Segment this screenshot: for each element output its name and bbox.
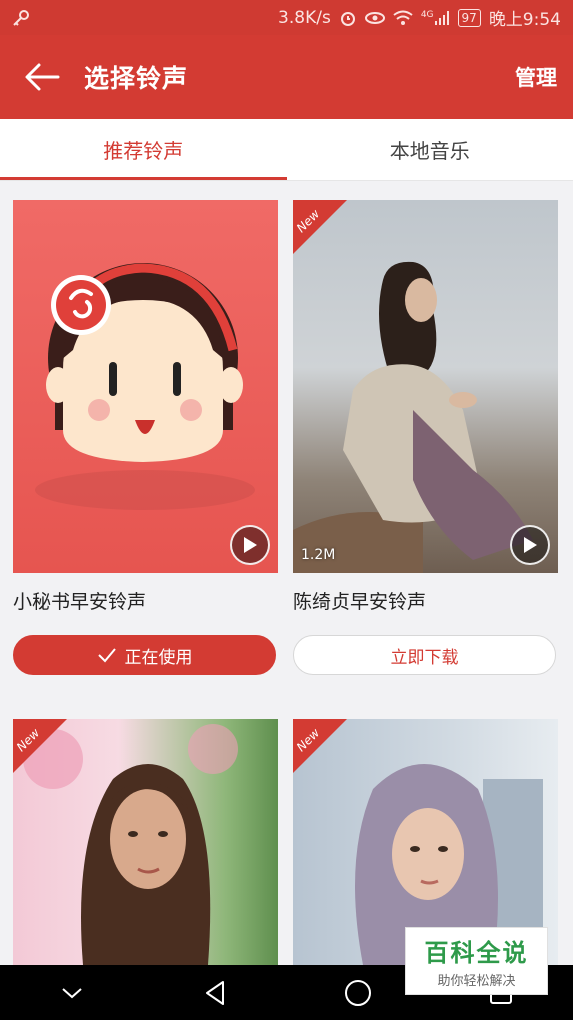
watermark-subtitle: 助你轻松解决 (437, 974, 516, 989)
circle-home-icon (345, 979, 372, 1006)
nav-home-button[interactable] (328, 965, 388, 1020)
ringtone-title: 小秘书早安铃声 (13, 591, 147, 613)
back-arrow-icon (25, 63, 60, 91)
singer-photo (293, 261, 533, 573)
battery-icon: 97 (457, 8, 481, 27)
in-use-button[interactable]: 正在使用 (13, 635, 276, 675)
play-button[interactable] (230, 525, 270, 565)
ringtone-cover[interactable]: New 1.2M (293, 200, 558, 573)
app-bar: 选择铃声 管理 (0, 35, 573, 119)
back-button[interactable] (0, 35, 84, 119)
wifi-icon (393, 10, 413, 26)
ringtone-cover[interactable] (13, 200, 278, 573)
eye-icon (364, 11, 385, 25)
triangle-back-icon (205, 980, 224, 1005)
new-badge: New (293, 200, 347, 254)
alarm-icon (339, 9, 357, 27)
ringtone-cover[interactable]: New (13, 719, 278, 965)
signal-icon: 4G (421, 10, 450, 26)
manage-button[interactable]: 管理 (515, 62, 557, 92)
key-icon (12, 9, 30, 27)
ringtone-title: 陈绮贞早安铃声 (293, 591, 427, 613)
check-icon (97, 648, 116, 663)
file-size: 1.2M (301, 547, 336, 563)
download-label: 立即下载 (390, 647, 459, 668)
ringtone-card: New 1.2M 陈绮贞早安铃声 立即下载 (293, 200, 558, 675)
new-badge: New (13, 719, 67, 773)
play-icon (244, 537, 257, 553)
watermark-title: 百科全说 (424, 939, 529, 967)
chevron-down-icon (61, 987, 82, 998)
status-bar: 3.8K/s 4G 97 晚上9:54 (0, 0, 573, 35)
nav-back-button[interactable] (185, 965, 245, 1020)
tab-bar: 推荐铃声 本地音乐 (0, 119, 573, 181)
nav-hide-button[interactable] (42, 965, 102, 1020)
battery-level: 97 (461, 10, 477, 25)
play-button[interactable] (510, 525, 550, 565)
tab-local-music[interactable]: 本地音乐 (287, 119, 573, 180)
network-type: 4G (420, 9, 434, 20)
clock: 晚上9:54 (488, 10, 561, 30)
mascot-image (35, 263, 255, 510)
play-icon (524, 537, 537, 553)
ringtone-card: New (13, 719, 278, 965)
ringtone-card: 小秘书早安铃声 正在使用 (13, 200, 278, 675)
download-button[interactable]: 立即下载 (293, 635, 556, 675)
watermark-logo: 百科全说 助你轻松解决 (405, 927, 548, 995)
network-speed: 3.8K/s (278, 7, 331, 28)
new-badge: New (293, 719, 347, 773)
tab-recommended[interactable]: 推荐铃声 (0, 119, 287, 180)
in-use-label: 正在使用 (124, 647, 193, 668)
page-title: 选择铃声 (84, 64, 189, 93)
